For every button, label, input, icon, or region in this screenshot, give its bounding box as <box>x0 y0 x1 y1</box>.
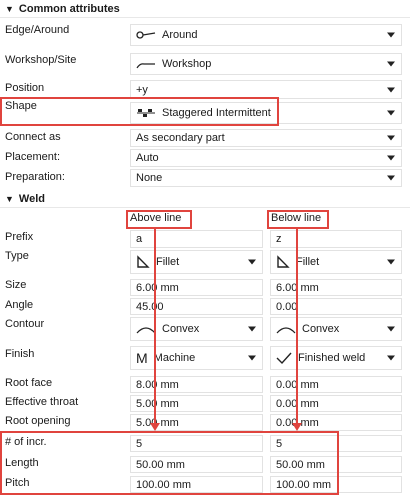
above-arrow-line <box>154 229 156 425</box>
chevron-down-icon <box>387 355 395 361</box>
common-attributes-header[interactable]: ▼ Common attributes <box>5 3 120 15</box>
above-line-highlight-box <box>126 210 192 229</box>
prefix-above-input[interactable]: a <box>130 230 263 248</box>
machine-M-icon: M <box>136 350 148 366</box>
finished-weld-check-icon <box>276 351 292 365</box>
shape-highlight-box <box>0 97 279 126</box>
below-arrow-line <box>296 229 298 425</box>
contour-below-dropdown[interactable]: Convex <box>270 317 402 341</box>
weld-header[interactable]: ▼ Weld <box>5 193 45 205</box>
workshop-site-dropdown[interactable]: Workshop <box>130 53 402 75</box>
chevron-down-icon <box>248 259 256 265</box>
around-weld-icon <box>136 29 156 41</box>
angle-label: Angle <box>5 299 34 311</box>
workshop-label: Workshop/Site <box>5 54 77 66</box>
root-face-below-input[interactable]: 0.00 mm <box>270 376 402 393</box>
chevron-down-icon <box>387 87 395 92</box>
increment-highlight-box <box>0 431 339 495</box>
size-below-input[interactable]: 6.00 mm <box>270 279 402 296</box>
type-below-dropdown[interactable]: Fillet <box>270 250 402 274</box>
chevron-down-icon <box>387 135 395 141</box>
effective-throat-below-input[interactable]: 0.00 mm <box>270 395 402 412</box>
angle-below-input[interactable]: 0.00 <box>270 298 402 315</box>
chevron-down-icon <box>387 32 395 38</box>
type-label: Type <box>5 250 29 262</box>
fillet-triangle-icon <box>276 255 290 269</box>
size-above-input[interactable]: 6.00 mm <box>130 279 263 296</box>
above-arrow-head-icon <box>150 423 160 431</box>
below-line-highlight-box <box>267 210 329 229</box>
contour-label: Contour <box>5 318 45 330</box>
prefix-below-input[interactable]: z <box>270 230 402 248</box>
preparation-label: Preparation: <box>5 171 65 183</box>
preparation-dropdown[interactable]: None <box>130 169 402 187</box>
chevron-down-icon <box>248 326 256 332</box>
connect-as-label: Connect as <box>5 131 61 143</box>
effective-throat-label: Effective throat <box>5 396 79 408</box>
size-label: Size <box>5 279 27 291</box>
edge-around-dropdown[interactable]: Around <box>130 24 402 46</box>
chevron-down-icon <box>387 155 395 161</box>
finish-label: Finish <box>5 348 35 360</box>
chevron-down-icon <box>248 355 256 361</box>
convex-arc-icon <box>276 323 296 335</box>
angle-above-input[interactable]: 45.00 <box>130 298 263 315</box>
convex-arc-icon <box>136 323 156 335</box>
position-label: Position <box>5 82 45 94</box>
collapse-triangle-icon[interactable]: ▼ <box>5 194 14 204</box>
chevron-down-icon <box>387 175 395 181</box>
collapse-triangle-icon[interactable]: ▼ <box>5 4 14 14</box>
root-opening-label: Root opening <box>5 415 71 427</box>
chevron-down-icon <box>387 259 395 265</box>
finish-above-dropdown[interactable]: M Machine <box>130 346 263 370</box>
placement-label: Placement: <box>5 151 61 163</box>
fillet-triangle-icon <box>136 255 150 269</box>
chevron-down-icon <box>387 61 395 67</box>
finish-below-dropdown[interactable]: Finished weld <box>270 346 402 370</box>
root-face-label: Root face <box>5 377 53 389</box>
prefix-label: Prefix <box>5 231 34 243</box>
root-face-above-input[interactable]: 8.00 mm <box>130 376 263 393</box>
chevron-down-icon <box>387 326 395 332</box>
effective-throat-above-input[interactable]: 5.00 mm <box>130 395 263 412</box>
edge-label: Edge/Around <box>5 24 70 36</box>
chevron-down-icon <box>387 110 395 116</box>
workshop-line-icon <box>136 58 156 70</box>
below-arrow-head-icon <box>292 423 302 431</box>
connect-as-dropdown[interactable]: As secondary part <box>130 129 402 147</box>
contour-above-dropdown[interactable]: Convex <box>130 317 263 341</box>
type-above-dropdown[interactable]: Fillet <box>130 250 263 274</box>
placement-dropdown[interactable]: Auto <box>130 149 402 167</box>
root-opening-below-input[interactable]: 0.00 mm <box>270 414 402 431</box>
